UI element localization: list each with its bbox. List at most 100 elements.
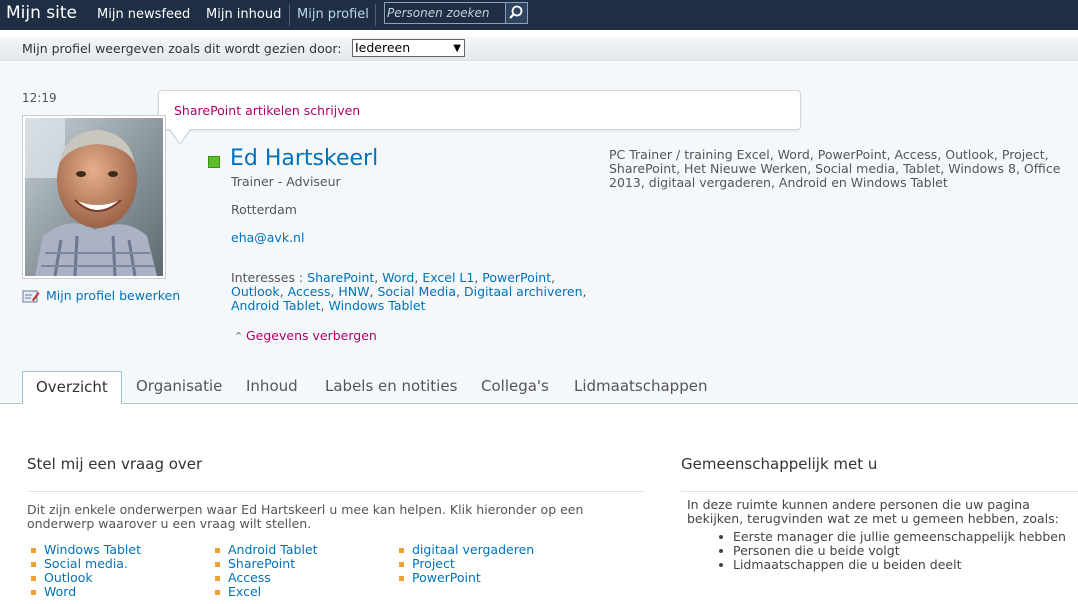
interest-link[interactable]: SharePoint	[307, 270, 374, 285]
bullet-icon	[215, 562, 220, 567]
topic-item[interactable]: SharePoint	[211, 557, 381, 571]
topic-item[interactable]: Access	[211, 571, 381, 585]
topic-item[interactable]: digitaal vergaderen	[395, 543, 565, 557]
topic-link[interactable]: digitaal vergaderen	[412, 542, 534, 557]
topic-link[interactable]: Word	[44, 584, 76, 599]
interest-link[interactable]: Windows Tablet	[328, 298, 425, 313]
about-me: PC Trainer / training Excel, Word, Power…	[609, 147, 1061, 190]
topic-link[interactable]: Excel	[228, 584, 261, 599]
view-as-selected: Iedereen	[355, 40, 411, 55]
avatar	[25, 118, 163, 276]
bullet-icon	[215, 576, 220, 581]
site-title[interactable]: Mijn site	[6, 3, 77, 23]
bullet-icon	[31, 576, 36, 581]
topic-link[interactable]: Windows Tablet	[44, 542, 141, 557]
in-common-list: Eerste manager die jullie gemeenschappel…	[719, 530, 1066, 572]
interest-link[interactable]: Excel L1	[422, 270, 474, 285]
tab-overview[interactable]: Overzicht	[22, 371, 122, 404]
topic-link[interactable]: PowerPoint	[412, 570, 481, 585]
interest-link[interactable]: Word	[382, 270, 414, 285]
section-divider	[27, 491, 644, 492]
interests: Interesses : SharePoint, Word, Excel L1,…	[231, 270, 587, 313]
tab-overview-label[interactable]: Overzicht	[36, 378, 108, 396]
topic-item[interactable]: Social media.	[27, 557, 197, 571]
job-title: Trainer - Adviseur	[231, 174, 341, 189]
bullet-icon	[215, 590, 220, 595]
topic-item[interactable]: Windows Tablet	[27, 543, 197, 557]
topic-item[interactable]: Word	[27, 585, 197, 599]
nav-my-content[interactable]: Mijn inhoud	[206, 7, 281, 22]
top-bar: Mijn site Mijn newsfeed Mijn inhoud Mijn…	[0, 0, 1078, 30]
topic-item[interactable]: Android Tablet	[211, 543, 381, 557]
tab-tags-and-notes[interactable]: Labels en notities	[325, 377, 457, 395]
tab-memberships[interactable]: Lidmaatschappen	[574, 377, 707, 395]
interest-link[interactable]: Social Media	[377, 284, 456, 299]
bullet-icon	[31, 562, 36, 567]
email-link[interactable]: eha@avk.nl	[231, 230, 304, 245]
topic-column: Android Tablet SharePoint Access Excel	[211, 543, 381, 599]
status-bubble[interactable]: SharePoint artikelen schrijven	[158, 90, 801, 130]
status-bubble-tail	[170, 129, 190, 143]
interest-link[interactable]: Outlook	[231, 284, 280, 299]
edit-profile-icon	[22, 290, 40, 303]
bullet-icon	[31, 548, 36, 553]
nav-divider	[289, 4, 290, 26]
hide-details-toggle[interactable]: ⌃ Gegevens verbergen	[234, 328, 377, 343]
bullet-icon	[399, 562, 404, 567]
interest-link[interactable]: Digitaal archiveren	[464, 284, 583, 299]
topic-item[interactable]: Project	[395, 557, 565, 571]
bullet-icon	[399, 576, 404, 581]
in-common-title: Gemeenschappelijk met u	[681, 455, 878, 473]
bullet-icon	[215, 548, 220, 553]
nav-my-newsfeed[interactable]: Mijn newsfeed	[97, 7, 190, 22]
chevron-down-icon: ▼	[453, 43, 461, 54]
interest-link[interactable]: PowerPoint	[482, 270, 551, 285]
profile-name: Ed Hartskeerl	[230, 146, 379, 171]
topic-item[interactable]: Excel	[211, 585, 381, 599]
people-search-box	[384, 2, 528, 24]
topic-link[interactable]: SharePoint	[228, 556, 295, 571]
topic-link[interactable]: Project	[412, 556, 455, 571]
ask-me-description: Dit zijn enkele onderwerpen waar Ed Hart…	[27, 502, 584, 531]
status-time: 12:19	[22, 91, 57, 105]
topic-item[interactable]: PowerPoint	[395, 571, 565, 585]
search-icon	[509, 5, 523, 19]
bullet-icon	[399, 548, 404, 553]
presence-indicator-icon	[208, 156, 220, 168]
interest-link[interactable]: HNW	[338, 284, 369, 299]
tab-organization[interactable]: Organisatie	[136, 377, 222, 395]
search-button[interactable]	[505, 3, 527, 23]
profile-tabs: Overzicht Organisatie Inhoud Labels en n…	[0, 371, 1078, 404]
people-search-input[interactable]	[387, 5, 505, 21]
topic-column: Windows Tablet Social media. Outlook Wor…	[27, 543, 197, 599]
list-item: Lidmaatschappen die u beiden deelt	[719, 558, 1066, 572]
tab-content[interactable]: Inhoud	[246, 377, 298, 395]
topic-column: digitaal vergaderen Project PowerPoint	[395, 543, 565, 585]
topic-item[interactable]: Outlook	[27, 571, 197, 585]
profile-photo	[22, 115, 166, 279]
view-as-label: Mijn profiel weergeven zoals dit wordt g…	[22, 41, 342, 56]
view-as-bar: Mijn profiel weergeven zoals dit wordt g…	[0, 37, 1078, 61]
topic-link[interactable]: Android Tablet	[228, 542, 318, 557]
location: Rotterdam	[231, 202, 297, 217]
bullet-icon	[31, 590, 36, 595]
list-item: Eerste manager die jullie gemeenschappel…	[719, 530, 1066, 544]
topic-link[interactable]: Social media.	[44, 556, 128, 571]
interest-link[interactable]: Access	[288, 284, 331, 299]
edit-profile-label[interactable]: Mijn profiel bewerken	[46, 288, 180, 303]
chevron-up-icon: ⌃	[234, 330, 244, 343]
tab-colleagues[interactable]: Collega's	[481, 377, 549, 395]
status-message[interactable]: SharePoint artikelen schrijven	[174, 103, 360, 118]
list-item: Personen die u beide volgt	[719, 544, 1066, 558]
section-divider	[681, 491, 1078, 492]
topic-link[interactable]: Access	[228, 570, 271, 585]
interests-label: Interesses :	[231, 270, 304, 285]
in-common-description: In deze ruimte kunnen andere personen di…	[687, 497, 1059, 526]
nav-divider	[375, 4, 376, 26]
interest-link[interactable]: Android Tablet	[231, 298, 321, 313]
topic-link[interactable]: Outlook	[44, 570, 93, 585]
nav-my-profile[interactable]: Mijn profiel	[297, 7, 369, 22]
view-as-select[interactable]: Iedereen ▼	[352, 39, 465, 57]
ask-me-title: Stel mij een vraag over	[27, 455, 203, 473]
hide-details-label[interactable]: Gegevens verbergen	[246, 328, 377, 343]
